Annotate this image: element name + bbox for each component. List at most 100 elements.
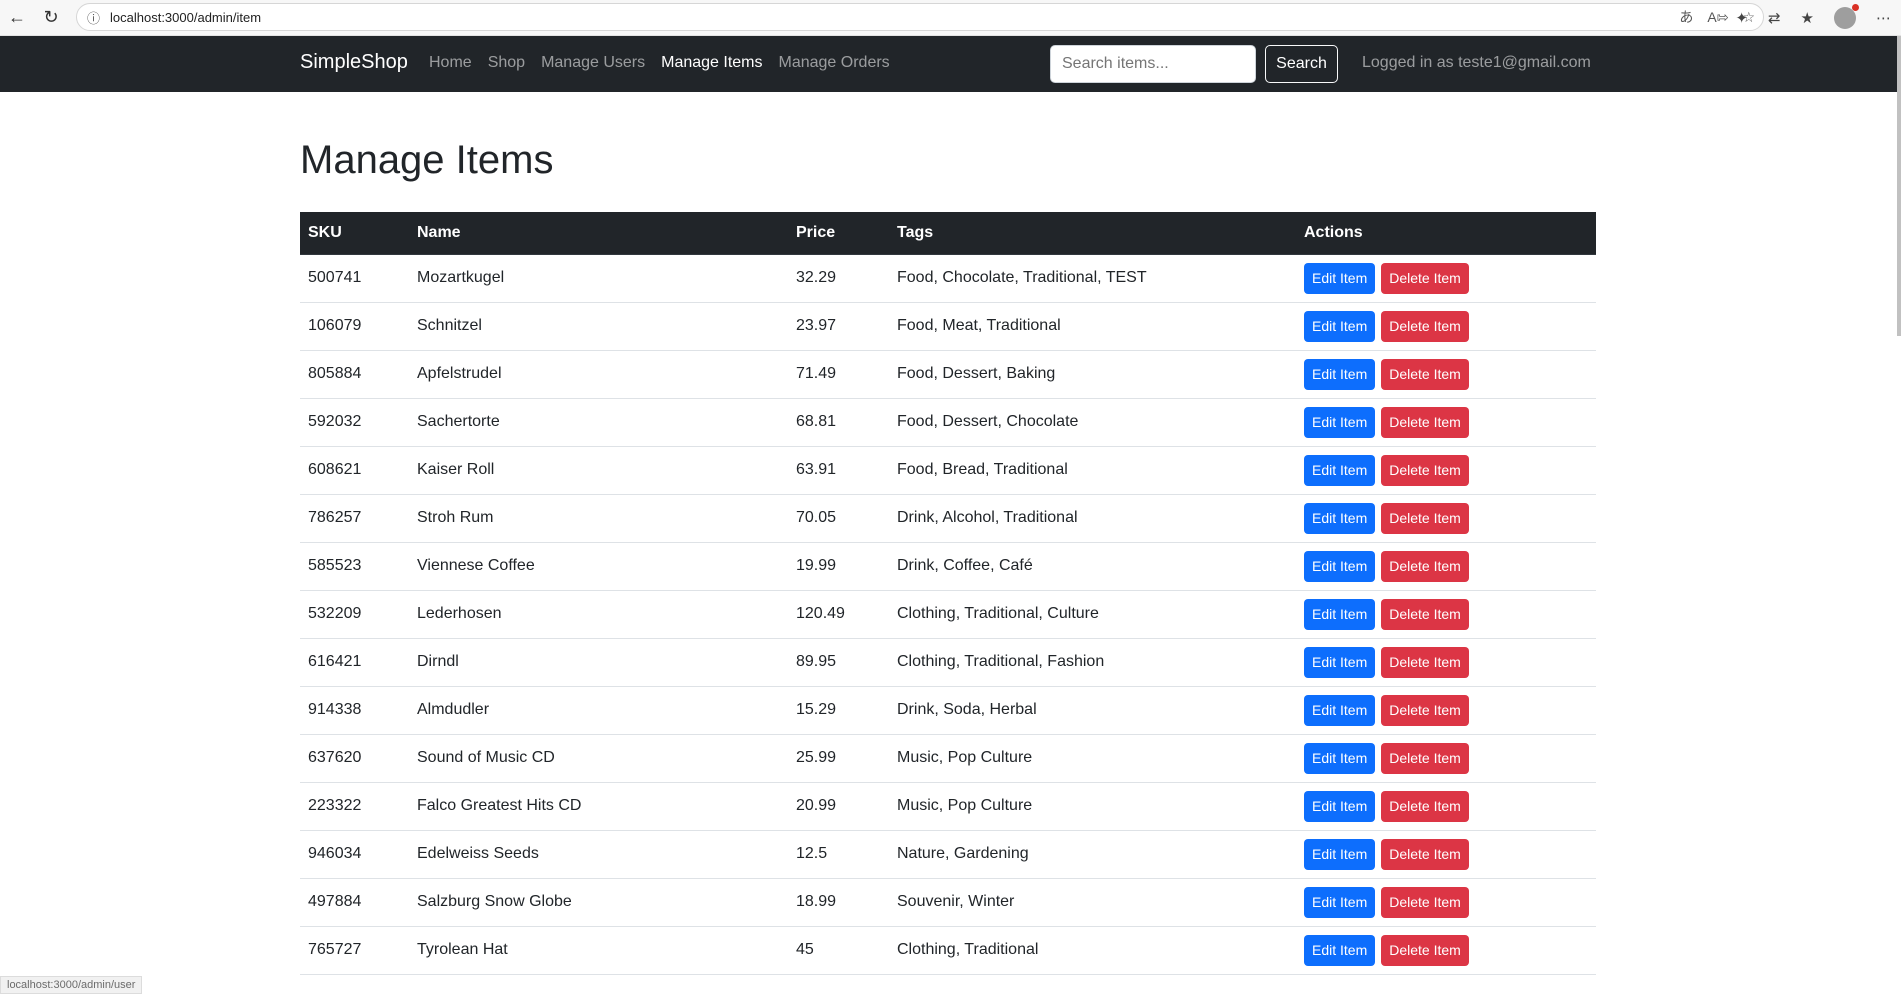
edit-item-button[interactable]: Edit Item (1304, 598, 1376, 630)
tags-cell: Clothing, Traditional, Fashion (889, 638, 1296, 687)
nav-home[interactable]: Home (429, 54, 472, 72)
address-bar[interactable]: ⓘ localhost:3000/admin/item あ A⇰ ☆ (76, 3, 1764, 31)
edit-item-button[interactable]: Edit Item (1304, 886, 1376, 918)
delete-item-button[interactable]: Delete Item (1381, 454, 1469, 486)
sku-cell: 500741 (300, 254, 409, 303)
nav-shop[interactable]: Shop (488, 54, 525, 72)
edit-item-button[interactable]: Edit Item (1304, 310, 1376, 342)
status-bar-url: localhost:3000/admin/user (0, 976, 143, 994)
sku-cell: 608621 (300, 446, 409, 495)
actions-cell: Edit Item Delete Item (1296, 590, 1596, 639)
delete-item-button[interactable]: Delete Item (1381, 838, 1469, 870)
edit-item-button[interactable]: Edit Item (1304, 550, 1376, 582)
actions-cell: Edit Item Delete Item (1296, 494, 1596, 543)
delete-item-button[interactable]: Delete Item (1381, 694, 1469, 726)
delete-item-button[interactable]: Delete Item (1381, 886, 1469, 918)
items-table: SKU Name Price Tags Actions 500741 Mozart… (300, 212, 1596, 975)
nav-manage-users[interactable]: Manage Users (541, 54, 645, 72)
edit-item-button[interactable]: Edit Item (1304, 454, 1376, 486)
nav-manage-orders[interactable]: Manage Orders (779, 54, 890, 72)
table-row: 637620 Sound of Music CD 25.99 Music, Pop C… (300, 734, 1596, 783)
tags-cell: Music, Pop Culture (889, 734, 1296, 783)
edit-item-button[interactable]: Edit Item (1304, 742, 1376, 774)
more-menu-icon[interactable]: ⋯ (1876, 9, 1891, 27)
sku-cell: 616421 (300, 638, 409, 687)
sku-cell: 765727 (300, 926, 409, 975)
table-row: 946034 Edelweiss Seeds 12.5 Nature, Gardeni… (300, 830, 1596, 879)
name-cell: Sachertorte (409, 398, 788, 447)
delete-item-button[interactable]: Delete Item (1381, 406, 1469, 438)
extensions-icon[interactable]: ✦ (1735, 9, 1748, 27)
edit-item-button[interactable]: Edit Item (1304, 358, 1376, 390)
table-row: 805884 Apfelstrudel 71.49 Food, Dessert, Ba… (300, 350, 1596, 399)
sku-cell: 532209 (300, 590, 409, 639)
name-cell: Sound of Music CD (409, 734, 788, 783)
site-info-icon[interactable]: ⓘ (87, 8, 100, 27)
price-cell: 12.5 (788, 830, 889, 879)
sku-cell: 786257 (300, 494, 409, 543)
edit-item-button[interactable]: Edit Item (1304, 262, 1376, 294)
delete-item-button[interactable]: Delete Item (1381, 646, 1469, 678)
price-cell: 25.99 (788, 734, 889, 783)
price-cell: 71.49 (788, 350, 889, 399)
delete-item-button[interactable]: Delete Item (1381, 358, 1469, 390)
back-icon[interactable]: ← (0, 1, 34, 35)
edit-item-button[interactable]: Edit Item (1304, 934, 1376, 966)
brand-logo[interactable]: SimpleShop (300, 51, 408, 74)
collections-icon[interactable]: ⇄ (1768, 9, 1781, 27)
delete-item-button[interactable]: Delete Item (1381, 550, 1469, 582)
name-cell: Schnitzel (409, 302, 788, 351)
name-cell: Falco Greatest Hits CD (409, 782, 788, 831)
actions-cell: Edit Item Delete Item (1296, 350, 1596, 399)
reload-icon[interactable]: ↻ (34, 1, 68, 35)
table-row: 497884 Salzburg Snow Globe 18.99 Souvenir, … (300, 878, 1596, 927)
tags-cell: Food, Bread, Traditional (889, 446, 1296, 495)
header-actions: Actions (1296, 212, 1596, 255)
page-scrollbar[interactable] (1897, 36, 1901, 336)
nav-manage-items[interactable]: Manage Items (661, 54, 762, 72)
delete-item-button[interactable]: Delete Item (1381, 598, 1469, 630)
edit-item-button[interactable]: Edit Item (1304, 502, 1376, 534)
header-sku: SKU (300, 212, 409, 255)
read-aloud-icon[interactable]: A⇰ (1707, 9, 1728, 26)
sku-cell: 637620 (300, 734, 409, 783)
edit-item-button[interactable]: Edit Item (1304, 790, 1376, 822)
price-cell: 32.29 (788, 254, 889, 303)
price-cell: 19.99 (788, 542, 889, 591)
price-cell: 63.91 (788, 446, 889, 495)
profile-avatar[interactable] (1834, 4, 1859, 29)
delete-item-button[interactable]: Delete Item (1381, 790, 1469, 822)
delete-item-button[interactable]: Delete Item (1381, 502, 1469, 534)
edit-item-button[interactable]: Edit Item (1304, 838, 1376, 870)
tags-cell: Food, Chocolate, Traditional, TEST (889, 254, 1296, 303)
table-row: 786257 Stroh Rum 70.05 Drink, Alcohol, Trad… (300, 494, 1596, 543)
table-row: 223322 Falco Greatest Hits CD 20.99 Music, … (300, 782, 1596, 831)
delete-item-button[interactable]: Delete Item (1381, 742, 1469, 774)
edit-item-button[interactable]: Edit Item (1304, 694, 1376, 726)
table-row: 592032 Sachertorte 68.81 Food, Dessert, Cho… (300, 398, 1596, 447)
price-cell: 89.95 (788, 638, 889, 687)
search-button[interactable]: Search (1265, 45, 1338, 83)
delete-item-button[interactable]: Delete Item (1381, 262, 1469, 294)
name-cell: Salzburg Snow Globe (409, 878, 788, 927)
browser-toolbar: ← ↻ ⓘ localhost:3000/admin/item あ A⇰ ☆ ✦… (0, 0, 1901, 36)
price-cell: 45 (788, 926, 889, 975)
favorites-icon[interactable]: ★ (1801, 9, 1814, 27)
nav-links: Home Shop Manage Users Manage Items Mana… (429, 54, 890, 72)
edit-item-button[interactable]: Edit Item (1304, 406, 1376, 438)
header-name: Name (409, 212, 788, 255)
sku-cell: 805884 (300, 350, 409, 399)
search-input[interactable] (1050, 45, 1256, 83)
tags-cell: Food, Dessert, Baking (889, 350, 1296, 399)
translate-icon[interactable]: あ (1679, 7, 1693, 27)
price-cell: 18.99 (788, 878, 889, 927)
name-cell: Almdudler (409, 686, 788, 735)
delete-item-button[interactable]: Delete Item (1381, 934, 1469, 966)
actions-cell: Edit Item Delete Item (1296, 686, 1596, 735)
actions-cell: Edit Item Delete Item (1296, 398, 1596, 447)
name-cell: Apfelstrudel (409, 350, 788, 399)
tags-cell: Food, Meat, Traditional (889, 302, 1296, 351)
delete-item-button[interactable]: Delete Item (1381, 310, 1469, 342)
edit-item-button[interactable]: Edit Item (1304, 646, 1376, 678)
price-cell: 70.05 (788, 494, 889, 543)
